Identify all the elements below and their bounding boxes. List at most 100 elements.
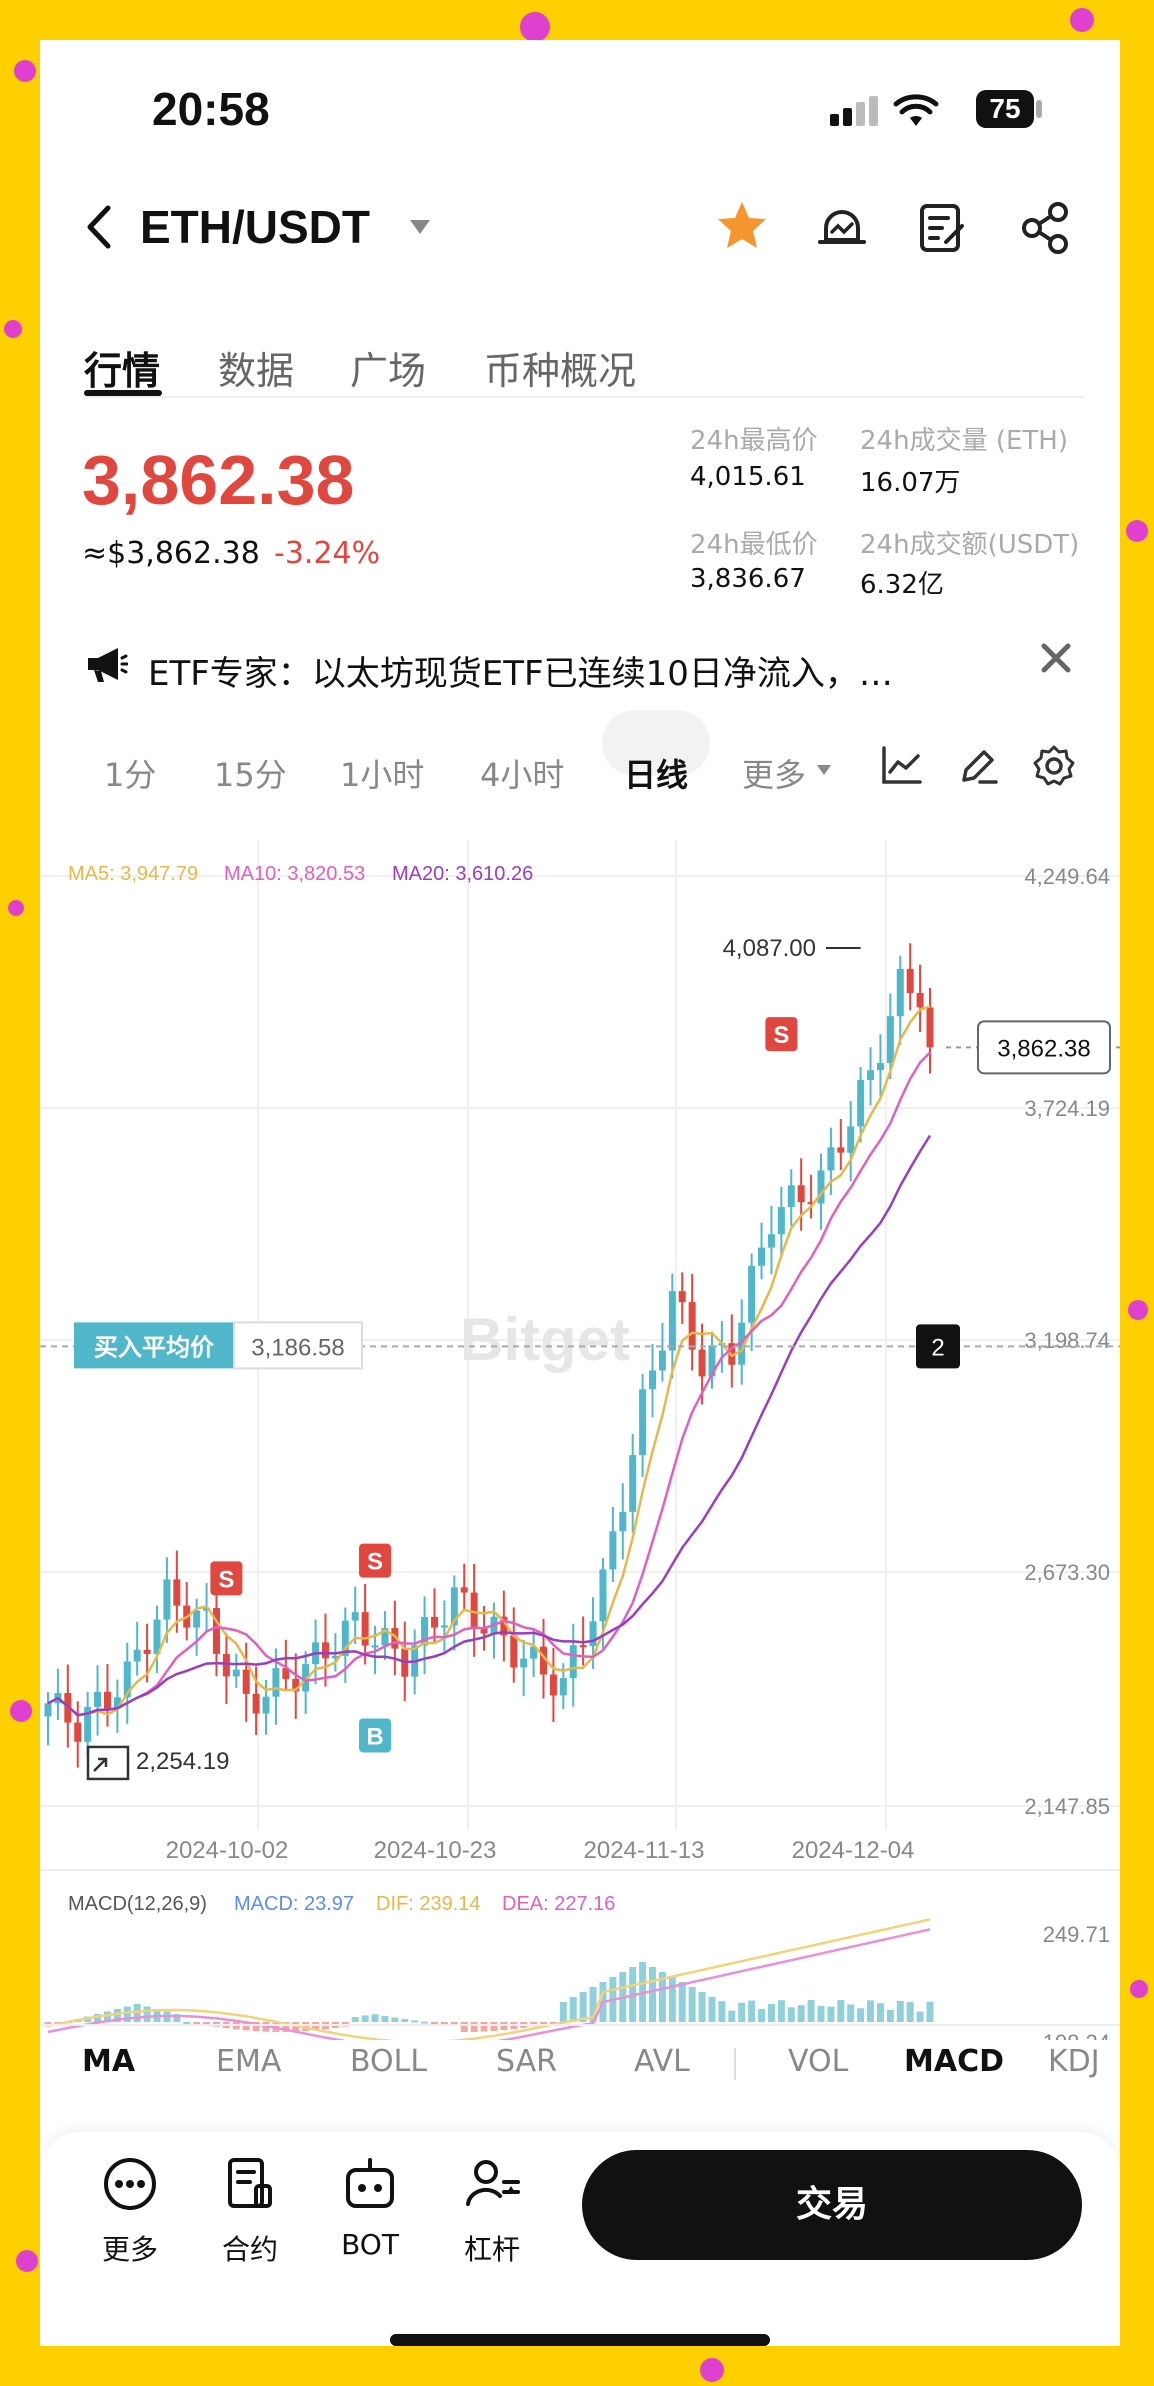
more-caret-icon	[817, 765, 831, 775]
candle-body	[103, 1691, 111, 1709]
trade-marker: S	[773, 1022, 789, 1049]
candle-body	[559, 1678, 567, 1696]
price-alert-icon[interactable]	[814, 200, 870, 256]
draw-tool-icon[interactable]	[956, 744, 1000, 788]
macd-bar	[569, 1997, 577, 2022]
more-icon[interactable]	[102, 2156, 158, 2212]
caret-down-icon[interactable]	[408, 218, 432, 236]
star-icon[interactable]	[714, 198, 770, 254]
timeframe-15m[interactable]: 15分	[214, 750, 287, 796]
candle	[94, 1665, 102, 1736]
candle-body	[520, 1658, 528, 1668]
contract-icon[interactable]	[222, 2156, 278, 2212]
candle	[639, 1374, 647, 1478]
close-icon[interactable]	[1038, 640, 1074, 676]
trade-button[interactable]: 交易	[582, 2150, 1082, 2260]
timeframe-more[interactable]: 更多	[742, 750, 806, 796]
bot-icon[interactable]	[342, 2156, 398, 2212]
timeframe-4h[interactable]: 4小时	[480, 750, 564, 796]
nav-more-label[interactable]: 更多	[75, 2228, 185, 2268]
candle-body	[847, 1126, 855, 1153]
candle-body	[262, 1696, 270, 1714]
candle-body	[173, 1579, 181, 1606]
date-label: 2024-12-04	[792, 1837, 915, 1864]
tab-data[interactable]: 数据	[218, 340, 294, 395]
usd-price: ≈$3,862.38	[82, 536, 260, 571]
back-icon[interactable]	[84, 204, 114, 250]
macd-bar	[678, 1982, 686, 2022]
timeframe-1m[interactable]: 1分	[104, 750, 156, 796]
candle	[876, 1034, 884, 1096]
pair-title[interactable]: ETH/USDT	[140, 200, 370, 254]
vol-usdt-label: 24h成交额(USDT)	[860, 530, 1080, 560]
notes-icon[interactable]	[914, 200, 970, 256]
candle-body	[321, 1642, 329, 1659]
nav-bot-label[interactable]: BOT	[315, 2228, 425, 2261]
indicator-boll[interactable]: BOLL	[350, 2044, 427, 2079]
candle-body	[222, 1653, 230, 1677]
macd-bar	[718, 2001, 726, 2022]
indicator-sar[interactable]: SAR	[496, 2044, 557, 2079]
chart-type-icon[interactable]	[880, 744, 924, 788]
low-label: 24h最低价	[690, 530, 818, 560]
indicator-separator	[734, 2048, 736, 2080]
leverage-icon[interactable]	[464, 2156, 520, 2212]
macd-bar	[758, 2008, 766, 2022]
candle	[867, 1047, 875, 1106]
candle-body	[827, 1147, 835, 1171]
candle-body	[351, 1612, 359, 1621]
candlestick-chart[interactable]: Bitget MA5: 3,947.79 MA10: 3,820.53 MA20…	[40, 800, 1120, 2040]
trade-marker: S	[218, 1566, 234, 1593]
candle	[896, 955, 904, 1045]
candle-body	[767, 1234, 775, 1248]
tab-square[interactable]: 广场	[350, 340, 426, 395]
macd-bar	[708, 1997, 716, 2022]
candle-body	[272, 1668, 280, 1697]
candle-body	[777, 1207, 785, 1235]
indicator-ema[interactable]: EMA	[216, 2044, 281, 2079]
indicator-ma[interactable]: MA	[82, 2044, 135, 2079]
candle	[658, 1322, 666, 1382]
low-marker: 2,254.19	[136, 1748, 229, 1775]
ma10-line	[47, 1051, 931, 1717]
timeframe-1d[interactable]: 日线	[624, 750, 688, 796]
macd-bar	[777, 2000, 785, 2022]
candle	[381, 1611, 389, 1661]
timeframe-1h[interactable]: 1小时	[340, 750, 424, 796]
candle	[460, 1563, 468, 1610]
candle	[232, 1653, 240, 1688]
date-label: 2024-10-23	[374, 1837, 497, 1864]
settings-icon[interactable]	[1032, 744, 1076, 788]
tabs-divider	[84, 396, 1084, 398]
trade-marker: B	[366, 1723, 383, 1750]
macd-bar	[371, 2014, 379, 2022]
indicator-kdj[interactable]: KDJ	[1048, 2044, 1100, 2079]
tab-market[interactable]: 行情	[84, 340, 160, 395]
indicator-avl[interactable]: AVL	[634, 2044, 690, 2079]
app-screen: 20:58 75 ETH/USDT 行情 数据 广场 币种概况 3,862.38…	[40, 40, 1120, 2346]
candle-body	[609, 1531, 617, 1570]
macd-bar	[411, 2020, 419, 2023]
indicator-macd[interactable]: MACD	[904, 2044, 1004, 2079]
candle	[847, 1100, 855, 1182]
nav-contract-label[interactable]: 合约	[195, 2228, 305, 2268]
macd-bar	[906, 2002, 914, 2022]
macd-bar	[391, 2017, 399, 2022]
tab-coin-overview[interactable]: 币种概况	[484, 340, 636, 395]
candle-body	[619, 1511, 627, 1532]
macd-bar	[817, 2005, 825, 2022]
candle-body	[896, 968, 904, 1017]
date-label: 2024-10-02	[166, 1837, 289, 1864]
macd-bar	[797, 2005, 805, 2022]
candle	[183, 1582, 191, 1641]
macd-bar	[688, 1987, 696, 2022]
candle	[103, 1664, 111, 1727]
candle	[530, 1628, 538, 1678]
nav-leverage-label[interactable]: 杠杆	[437, 2228, 547, 2268]
share-icon[interactable]	[1018, 200, 1074, 256]
candle	[510, 1607, 518, 1683]
news-headline[interactable]: ETF专家：以太坊现货ETF已连续10日净流入，…	[148, 646, 893, 695]
candle-body	[430, 1616, 438, 1628]
indicator-vol[interactable]: VOL	[788, 2044, 848, 2079]
low-marker-arrow	[93, 1757, 108, 1772]
